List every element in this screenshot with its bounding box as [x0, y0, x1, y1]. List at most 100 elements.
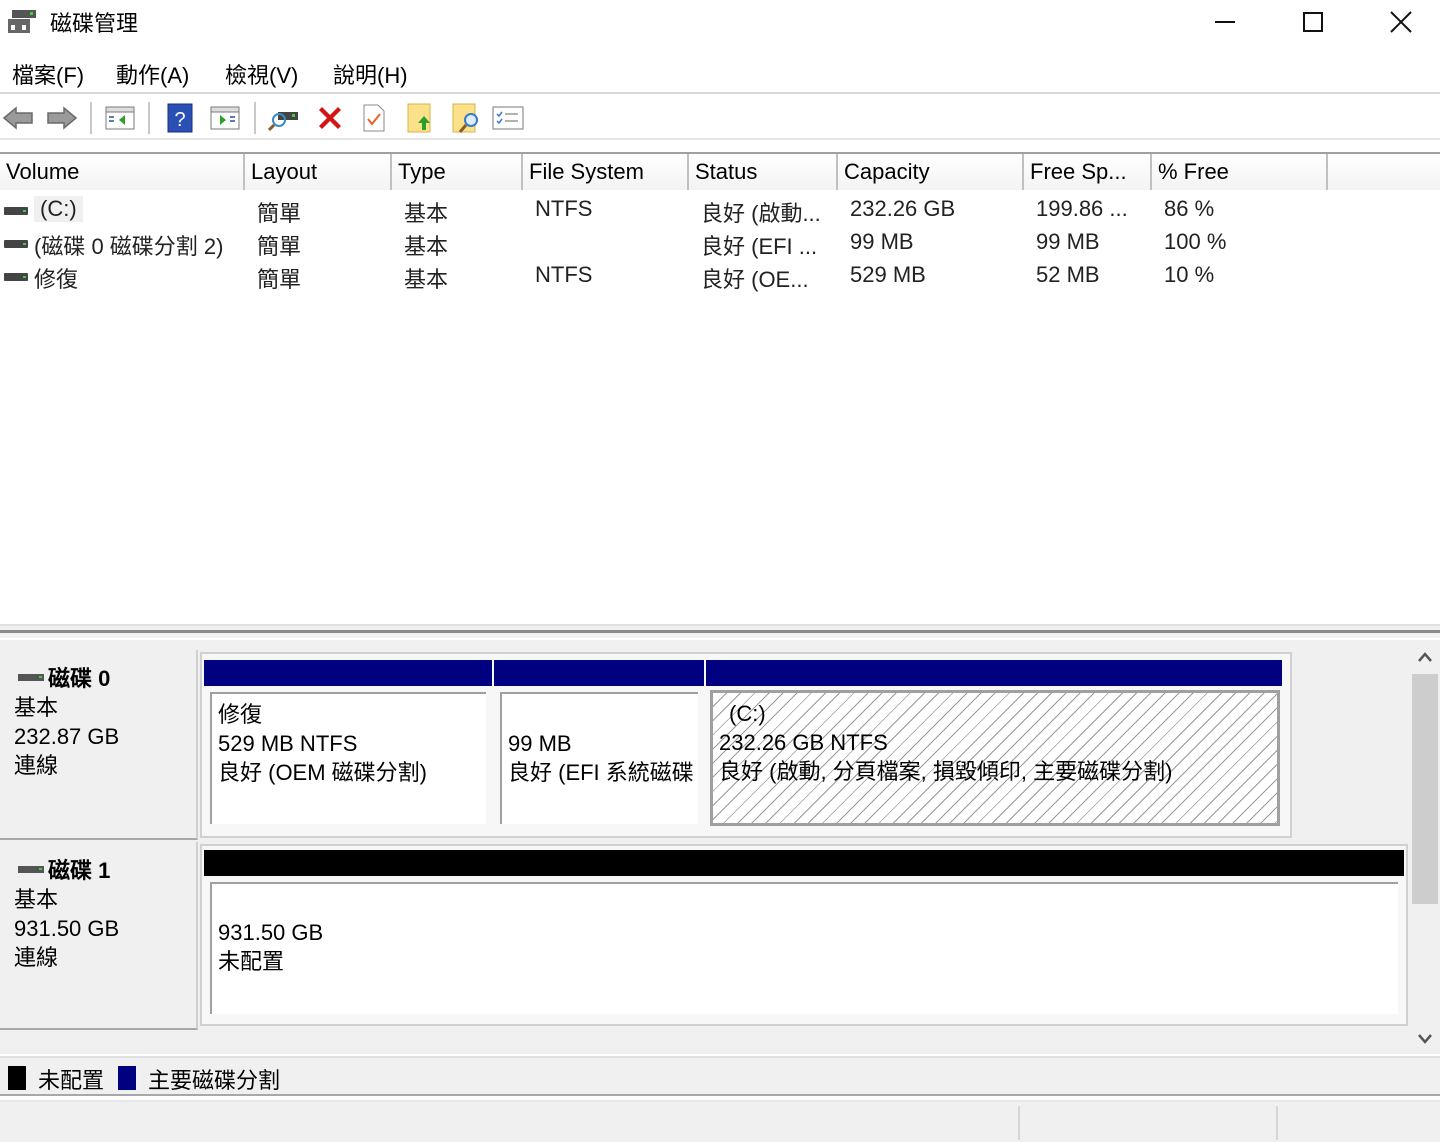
- column-header-layout[interactable]: Layout: [245, 154, 392, 190]
- partition-details: 修復 529 MB NTFS 良好 (OEM 磁碟分割): [210, 692, 486, 824]
- column-header-capacity[interactable]: Capacity: [838, 154, 1024, 190]
- menu-view[interactable]: 檢視(V): [221, 56, 302, 92]
- column-header-percent-free[interactable]: % Free: [1152, 154, 1328, 190]
- volume-row[interactable]: (磁碟 0 磁碟分割 2) 簡單 基本 良好 (EFI ... 99 MB 99…: [0, 227, 1440, 260]
- menu-file[interactable]: 檔案(F): [8, 56, 88, 92]
- volume-status: 良好 (啟動...: [701, 201, 821, 226]
- volume-list: Volume Layout Type File System Status Ca…: [0, 152, 1440, 622]
- volume-free-space: 199.86 ...: [1036, 196, 1128, 221]
- toolbar-separator: [254, 102, 256, 134]
- volume-percent-free: 10 %: [1164, 262, 1215, 287]
- close-icon: [1390, 11, 1412, 33]
- disk-state: 連線: [14, 945, 59, 970]
- column-header-type[interactable]: Type: [392, 154, 523, 190]
- column-header-file-system[interactable]: File System: [523, 154, 689, 190]
- action-pane-icon: [210, 106, 240, 130]
- drive-icon: [4, 207, 28, 215]
- disk-name: 磁碟 1: [14, 856, 196, 885]
- volume-percent-free: 100 %: [1164, 229, 1227, 254]
- status-separator: [1276, 1106, 1278, 1140]
- pane-splitter[interactable]: [0, 624, 1440, 638]
- volume-name: 修復: [34, 267, 79, 292]
- minimize-icon: [1215, 21, 1235, 23]
- disk-state: 連線: [14, 753, 59, 778]
- column-header-status[interactable]: Status: [689, 154, 838, 190]
- partition-recovery[interactable]: 修復 529 MB NTFS 良好 (OEM 磁碟分割): [204, 660, 492, 830]
- volume-row[interactable]: (C:) 簡單 基本 NTFS 良好 (啟動... 232.26 GB 199.…: [0, 194, 1440, 227]
- volume-capacity: 99 MB: [850, 229, 914, 254]
- toolbar: ?: [0, 96, 1440, 140]
- volume-list-header: Volume Layout Type File System Status Ca…: [0, 154, 1440, 190]
- volume-layout: 簡單: [257, 201, 302, 226]
- folder-up-icon: [407, 103, 431, 133]
- volume-type: 基本: [404, 201, 449, 226]
- scroll-thumb[interactable]: [1412, 674, 1438, 904]
- toolbar-separator: [90, 102, 92, 134]
- volume-status: 良好 (EFI ...: [701, 234, 818, 259]
- minimize-button[interactable]: [1182, 0, 1268, 44]
- volume-capacity: 232.26 GB: [850, 196, 956, 221]
- partition-unallocated[interactable]: 931.50 GB 未配置: [204, 850, 1404, 1020]
- folder-search-icon: [452, 103, 478, 133]
- volume-type: 基本: [404, 234, 449, 259]
- volume-free-space: 52 MB: [1036, 262, 1100, 287]
- disk-0-label[interactable]: 磁碟 0 基本 232.87 GB 連線: [0, 650, 198, 840]
- toolbar-separator: [148, 102, 150, 134]
- partition-c-drive[interactable]: (C:) 232.26 GB NTFS 良好 (啟動, 分頁檔案, 損毀傾印, …: [706, 660, 1282, 830]
- partition-bar: [494, 660, 704, 686]
- chevron-down-icon: [1418, 1034, 1432, 1044]
- legend-swatch-unallocated: [8, 1066, 26, 1090]
- partition-efi[interactable]: 99 MB 良好 (EFI 系統磁碟: [494, 660, 704, 830]
- menu-help[interactable]: 說明(H): [329, 56, 412, 92]
- properties-check-icon: [363, 104, 385, 132]
- disk-1-partitions: 931.50 GB 未配置: [200, 844, 1408, 1026]
- partition-bar: [204, 850, 1404, 876]
- help-icon: ?: [167, 103, 193, 133]
- console-tree-button[interactable]: [104, 102, 136, 134]
- legend-swatch-primary: [118, 1066, 136, 1090]
- disk-search-button[interactable]: [268, 102, 300, 134]
- maximize-button[interactable]: [1270, 0, 1356, 44]
- disk-1-label[interactable]: 磁碟 1 基本 931.50 GB 連線: [0, 842, 198, 1030]
- disk-graphical-view: 磁碟 0 基本 232.87 GB 連線 修復 529 MB NTFS 良好 (…: [0, 640, 1410, 1054]
- folder-search-button[interactable]: [450, 102, 482, 134]
- volume-layout: 簡單: [257, 234, 302, 259]
- properties-button[interactable]: [358, 102, 390, 134]
- menu-divider: [0, 92, 1440, 94]
- volume-type: 基本: [404, 267, 449, 292]
- checklist-button[interactable]: [492, 102, 524, 134]
- menu-action[interactable]: 動作(A): [112, 56, 193, 92]
- column-header-free-space[interactable]: Free Sp...: [1024, 154, 1152, 190]
- partition-bar: [204, 660, 492, 686]
- volume-status: 良好 (OE...: [701, 267, 809, 292]
- help-button[interactable]: ?: [164, 102, 196, 134]
- disk-type: 基本: [14, 887, 59, 912]
- title-bar: 磁碟管理: [0, 0, 1440, 44]
- menu-bar: 檔案(F) 動作(A) 檢視(V) 說明(H): [0, 52, 1440, 90]
- scroll-down-button[interactable]: [1410, 1024, 1440, 1054]
- drive-icon: [4, 240, 28, 248]
- legend: 未配置 主要磁碟分割: [0, 1056, 1440, 1096]
- back-arrow-icon: [2, 106, 33, 130]
- action-pane-button[interactable]: [209, 102, 241, 134]
- folder-up-button[interactable]: [404, 102, 436, 134]
- volume-layout: 簡單: [257, 267, 302, 292]
- volume-capacity: 529 MB: [850, 262, 926, 287]
- maximize-icon: [1303, 12, 1323, 32]
- scroll-up-button[interactable]: [1410, 642, 1440, 672]
- legend-label-primary: 主要磁碟分割: [148, 1068, 281, 1093]
- volume-name: (磁碟 0 磁碟分割 2): [34, 234, 224, 259]
- disk-management-icon: [8, 10, 36, 33]
- disk-search-icon: [268, 112, 298, 132]
- close-button[interactable]: [1358, 0, 1440, 44]
- volume-free-space: 99 MB: [1036, 229, 1100, 254]
- column-header-volume[interactable]: Volume: [0, 154, 245, 190]
- forward-button[interactable]: [46, 102, 78, 134]
- back-button[interactable]: [2, 102, 34, 134]
- drive-icon: [4, 273, 28, 281]
- volume-row[interactable]: 修復 簡單 基本 NTFS 良好 (OE... 529 MB 52 MB 10 …: [0, 260, 1440, 293]
- vertical-scrollbar[interactable]: [1410, 640, 1440, 1054]
- forward-arrow-icon: [47, 106, 78, 130]
- delete-button[interactable]: [314, 102, 346, 134]
- status-bar: [0, 1100, 1440, 1142]
